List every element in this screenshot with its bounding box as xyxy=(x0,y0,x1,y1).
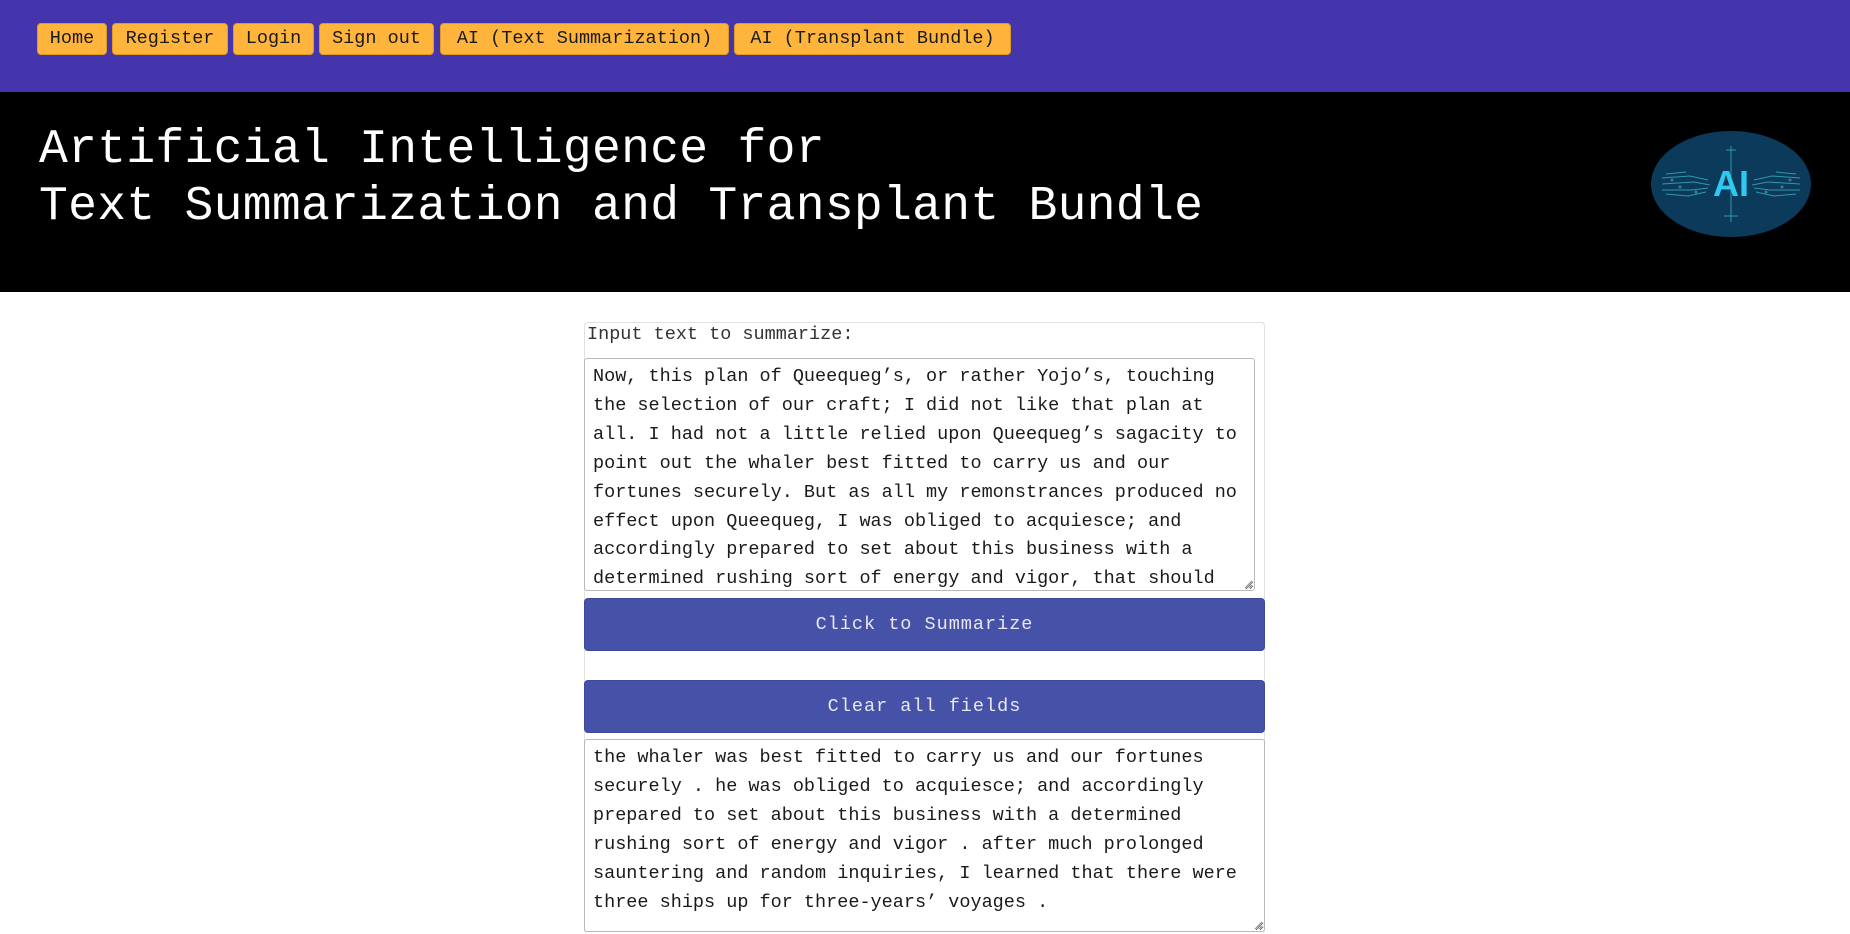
ai-logo-text: AI xyxy=(1713,163,1749,204)
output-resize-handle[interactable] xyxy=(1253,920,1263,930)
nav-register-button[interactable]: Register xyxy=(112,23,228,55)
clear-fields-button[interactable]: Clear all fields xyxy=(584,680,1265,733)
top-navbar: Home Register Login Sign out AI (Text Su… xyxy=(0,0,1850,92)
page-title: Artificial Intelligence for Text Summari… xyxy=(39,122,1203,236)
page-title-line-2: Text Summarization and Transplant Bundle xyxy=(39,180,1204,234)
page-title-line-1: Artificial Intelligence for xyxy=(39,123,825,177)
input-label: Input text to summarize: xyxy=(587,324,854,345)
input-text-area[interactable]: Now, this plan of Queequeg’s, or rather … xyxy=(584,358,1255,591)
nav-ai-text-summarization-button[interactable]: AI (Text Summarization) xyxy=(440,23,729,55)
input-resize-handle[interactable] xyxy=(1243,579,1253,589)
ai-logo: AI xyxy=(1651,131,1811,237)
nav-login-button[interactable]: Login xyxy=(233,23,314,55)
nav-sign-out-button[interactable]: Sign out xyxy=(319,23,434,55)
summary-output-area[interactable]: the whaler was best fitted to carry us a… xyxy=(584,739,1265,932)
summarize-button[interactable]: Click to Summarize xyxy=(584,598,1265,651)
nav-home-button[interactable]: Home xyxy=(37,23,107,55)
nav-ai-transplant-bundle-button[interactable]: AI (Transplant Bundle) xyxy=(734,23,1011,55)
